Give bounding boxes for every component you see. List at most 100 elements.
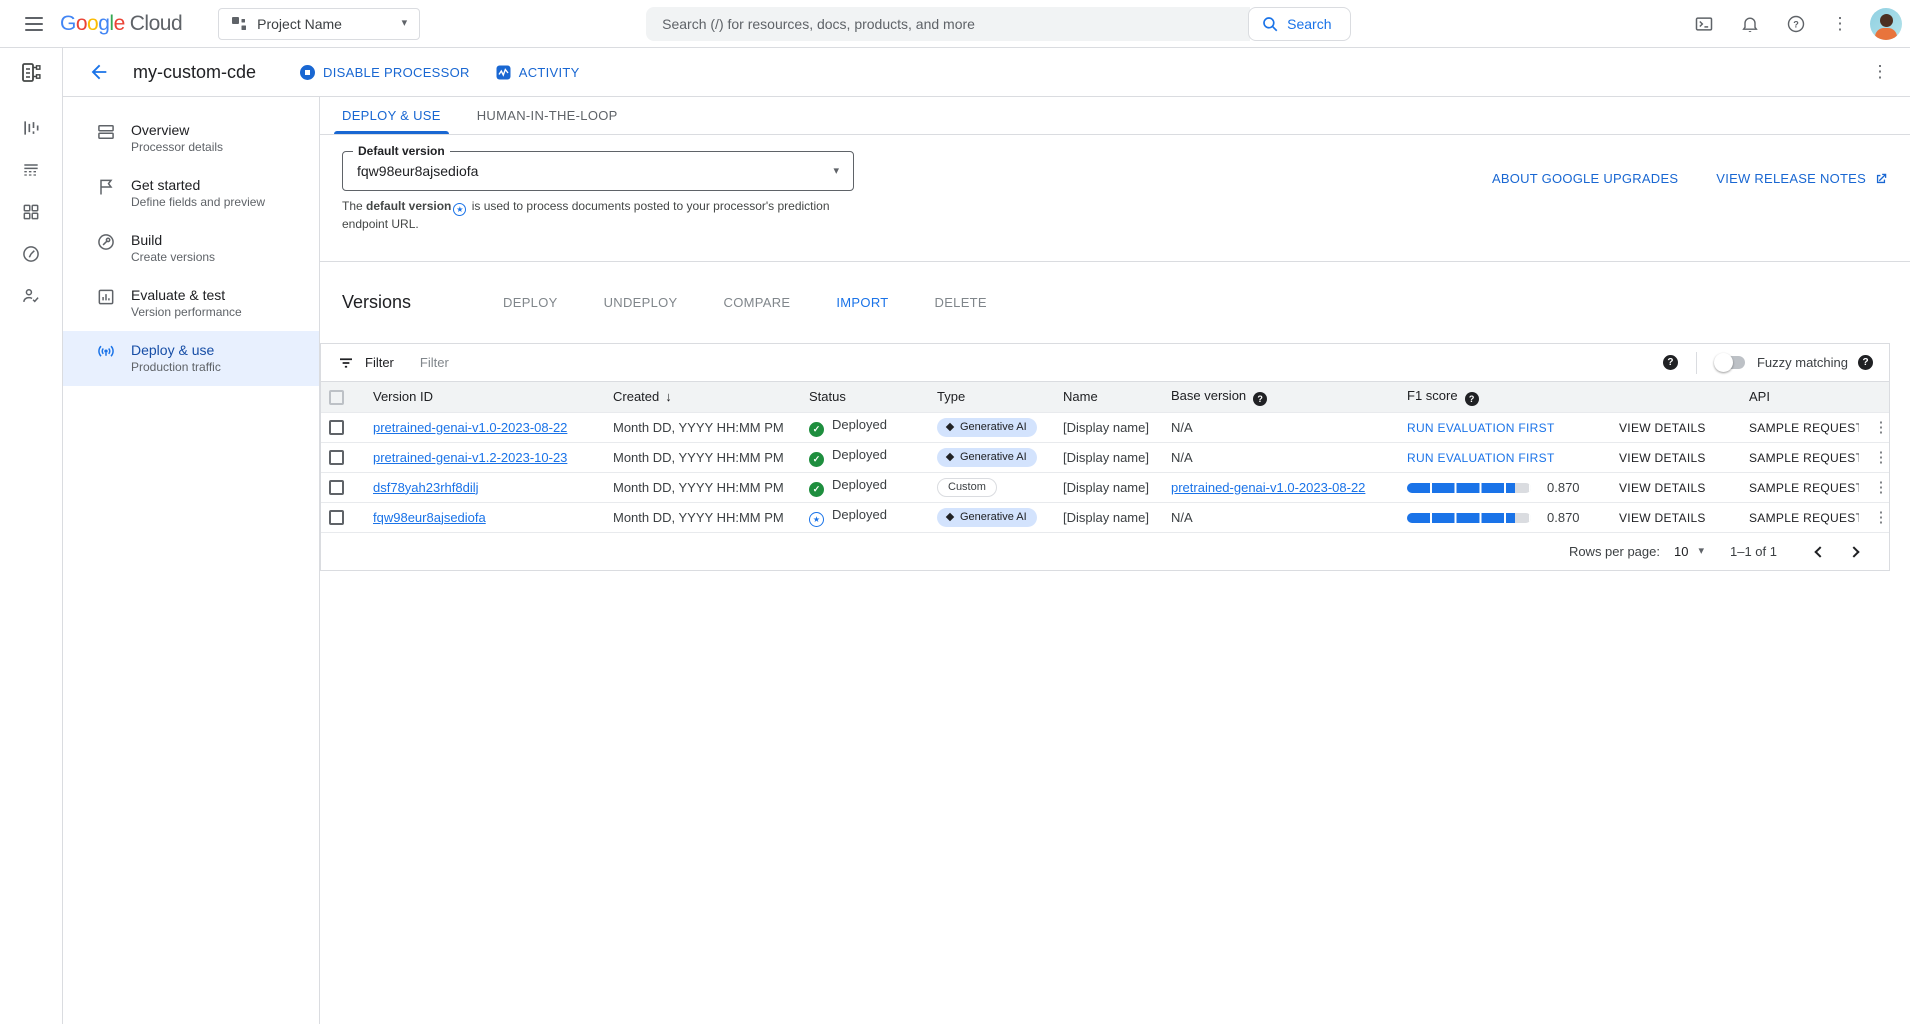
view-details-link[interactable]: VIEW DETAILS (1619, 511, 1706, 525)
column-header-base-version[interactable]: Base version? (1163, 382, 1399, 412)
column-header-status[interactable]: Status (801, 382, 929, 412)
undeploy-button[interactable]: UNDEPLOY (604, 295, 678, 310)
back-button[interactable] (79, 52, 119, 92)
sample-request-link[interactable]: SAMPLE REQUEST (1749, 511, 1859, 525)
base-version-link[interactable]: pretrained-genai-v1.0-2023-08-22 (1171, 480, 1365, 495)
f1-score-value: 0.870 (1547, 480, 1580, 495)
sidebar-item-label: Get started (131, 176, 265, 194)
rail-gallery-icon[interactable] (11, 195, 51, 229)
disable-processor-button[interactable]: DISABLE PROCESSOR (300, 65, 470, 80)
status-label: Deployed (832, 417, 887, 432)
chevron-down-icon: ▾ (833, 166, 839, 177)
column-header-f1-score[interactable]: F1 score? (1399, 382, 1611, 412)
versions-table-body: pretrained-genai-v1.0-2023-08-22 Month D… (321, 412, 1889, 532)
type-chip: Generative AI (937, 418, 1037, 437)
rail-human-review-icon[interactable] (11, 279, 51, 313)
sidebar-item-get-started[interactable]: Get started Define fields and preview (63, 166, 319, 221)
row-menu-button[interactable]: ⋮ (1867, 473, 1889, 501)
avatar[interactable] (1870, 8, 1902, 40)
sidebar-item-sublabel: Create versions (131, 249, 215, 266)
cloud-shell-button[interactable] (1684, 4, 1724, 44)
filter-input[interactable] (420, 355, 1663, 370)
tab-deploy-and-use[interactable]: DEPLOY & USE (334, 97, 449, 134)
main-content: DEPLOY & USE HUMAN-IN-THE-LOOP Default v… (320, 97, 1910, 1024)
default-version-select[interactable]: Default version fqw98eur8ajsediofa ▾ (342, 151, 854, 191)
help-button[interactable]: ? (1776, 4, 1816, 44)
f1-score-help-icon[interactable]: ? (1465, 392, 1479, 406)
view-details-link[interactable]: VIEW DETAILS (1619, 451, 1706, 465)
topbar-more-button[interactable]: ⋮ (1822, 6, 1858, 42)
base-version-cell: N/A (1171, 420, 1193, 435)
row-checkbox[interactable] (329, 510, 344, 525)
sample-request-link[interactable]: SAMPLE REQUEST (1749, 451, 1859, 465)
version-id-link[interactable]: pretrained-genai-v1.2-2023-10-23 (373, 450, 567, 465)
row-menu-button[interactable]: ⋮ (1867, 413, 1889, 441)
row-checkbox[interactable] (329, 480, 344, 495)
delete-button[interactable]: DELETE (935, 295, 987, 310)
fuzzy-matching-help-icon[interactable]: ? (1858, 355, 1873, 370)
assessment-icon (96, 287, 116, 307)
search-button[interactable]: Search (1248, 7, 1350, 41)
select-all-checkbox[interactable] (329, 390, 344, 405)
rail-build-icon[interactable] (11, 237, 51, 271)
sidebar-item-label: Evaluate & test (131, 286, 242, 304)
rail-table-rows-icon[interactable] (11, 153, 51, 187)
notifications-button[interactable] (1730, 4, 1770, 44)
help-circle-icon: ? (1786, 14, 1806, 34)
view-details-link[interactable]: VIEW DETAILS (1619, 421, 1706, 435)
row-checkbox[interactable] (329, 450, 344, 465)
row-menu-button[interactable]: ⋮ (1867, 503, 1889, 531)
search-icon (1261, 15, 1279, 33)
search-input[interactable] (646, 7, 1250, 41)
next-page-button[interactable] (1837, 535, 1871, 569)
page-range-label: 1–1 of 1 (1730, 544, 1777, 559)
run-evaluation-first-link[interactable]: RUN EVALUATION FIRST (1407, 421, 1555, 435)
base-version-help-icon[interactable]: ? (1253, 392, 1267, 406)
sidebar-item-overview[interactable]: Overview Processor details (63, 111, 319, 166)
sample-request-link[interactable]: SAMPLE REQUEST (1749, 421, 1859, 435)
rail-processor-list-icon[interactable] (11, 111, 51, 145)
sample-request-link[interactable]: SAMPLE REQUEST (1749, 481, 1859, 495)
compare-button[interactable]: COMPARE (724, 295, 791, 310)
activity-button[interactable]: ACTIVITY (496, 65, 580, 80)
about-google-upgrades-link[interactable]: ABOUT GOOGLE UPGRADES (1492, 171, 1678, 186)
deploy-button[interactable]: DEPLOY (503, 295, 558, 310)
processor-titlebar: my-custom-cde DISABLE PROCESSOR ACTIVITY… (63, 48, 1910, 97)
broadcast-icon (96, 342, 116, 362)
f1-score-bar (1407, 483, 1531, 493)
version-id-link[interactable]: fqw98eur8ajsediofa (373, 510, 486, 525)
row-checkbox[interactable] (329, 420, 344, 435)
sidebar-item-build[interactable]: Build Create versions (63, 221, 319, 276)
import-button[interactable]: IMPORT (836, 295, 888, 310)
sidebar-item-evaluate-test[interactable]: Evaluate & test Version performance (63, 276, 319, 331)
build-icon (96, 232, 116, 252)
filter-help-icon[interactable]: ? (1663, 355, 1678, 370)
sidebar-item-deploy-use[interactable]: Deploy & use Production traffic (63, 331, 319, 386)
view-details-link[interactable]: VIEW DETAILS (1619, 481, 1706, 495)
view-release-notes-link[interactable]: VIEW RELEASE NOTES (1716, 171, 1888, 186)
column-header-name[interactable]: Name (1055, 382, 1163, 412)
sidebar-item-label: Build (131, 231, 215, 249)
sidebar-item-sublabel: Processor details (131, 139, 223, 156)
titlebar-more-button[interactable]: ⋮ (1862, 54, 1898, 90)
previous-page-button[interactable] (1803, 535, 1837, 569)
version-id-link[interactable]: dsf78yah23rhf8dilj (373, 480, 479, 495)
chevron-down-icon: ▾ (1698, 546, 1704, 557)
column-header-created[interactable]: Created↓ (605, 382, 801, 412)
row-menu-button[interactable]: ⋮ (1867, 443, 1889, 471)
run-evaluation-first-link[interactable]: RUN EVALUATION FIRST (1407, 451, 1555, 465)
project-picker[interactable]: Project Name ▾ (218, 8, 420, 40)
table-row: pretrained-genai-v1.2-2023-10-23 Month D… (321, 442, 1889, 472)
external-link-icon (1874, 172, 1888, 186)
main-menu-button[interactable] (14, 4, 54, 44)
created-cell: Month DD, YYYY HH:MM PM (613, 450, 784, 465)
table-row: fqw98eur8ajsediofa Month DD, YYYY HH:MM … (321, 502, 1889, 532)
base-version-cell: N/A (1171, 450, 1193, 465)
column-header-version-id[interactable]: Version ID (365, 382, 605, 412)
fuzzy-matching-toggle[interactable] (1715, 356, 1745, 369)
column-header-type[interactable]: Type (929, 382, 1055, 412)
version-id-link[interactable]: pretrained-genai-v1.0-2023-08-22 (373, 420, 567, 435)
tab-human-in-the-loop[interactable]: HUMAN-IN-THE-LOOP (469, 97, 626, 134)
default-version-status-icon: ★ (809, 512, 824, 527)
rows-per-page-select[interactable]: 10 ▾ (1674, 544, 1704, 559)
